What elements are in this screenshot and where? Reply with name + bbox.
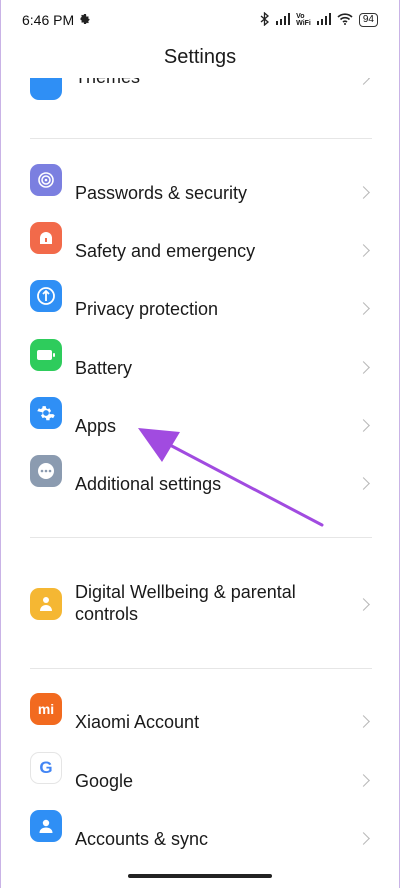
mi-logo-text: mi xyxy=(37,701,55,717)
divider xyxy=(30,537,372,538)
settings-item-label: Google xyxy=(75,771,134,791)
divider xyxy=(30,138,372,139)
chevron-right-icon xyxy=(357,477,370,490)
status-time: 6:46 PM xyxy=(22,12,75,28)
settings-item-google[interactable]: G Google xyxy=(0,752,400,810)
chevron-right-icon xyxy=(357,302,370,315)
gear-icon xyxy=(30,397,62,429)
settings-item-digital-wellbeing[interactable]: Digital Wellbeing & parental controls xyxy=(0,572,400,638)
mi-icon: mi xyxy=(30,693,62,725)
status-right: Vo WiFi 94 xyxy=(260,11,378,29)
gear-icon xyxy=(79,12,91,28)
settings-item-themes[interactable]: Themes xyxy=(0,78,400,100)
chevron-right-icon xyxy=(357,419,370,432)
settings-item-label: Xiaomi Account xyxy=(75,712,200,732)
settings-item-accounts-sync[interactable]: Accounts & sync xyxy=(0,810,400,868)
shield-icon xyxy=(30,280,62,312)
chevron-right-icon xyxy=(357,361,370,374)
settings-item-label: Additional settings xyxy=(75,474,222,494)
status-bar: 6:46 PM Vo WiFi 94 xyxy=(0,0,400,40)
fingerprint-icon xyxy=(30,164,62,196)
settings-item-label: Passwords & security xyxy=(75,183,248,203)
chevron-right-icon xyxy=(357,598,370,611)
settings-item-label: Apps xyxy=(75,416,117,436)
battery-indicator: 94 xyxy=(358,13,378,27)
bluetooth-icon xyxy=(260,11,270,29)
vowifi-bottom: WiFi xyxy=(296,20,311,27)
wellbeing-icon xyxy=(30,588,62,620)
settings-item-battery[interactable]: Battery xyxy=(0,339,400,397)
chevron-right-icon xyxy=(357,774,370,787)
chevron-right-icon xyxy=(357,244,370,257)
settings-item-privacy-protection[interactable]: Privacy protection xyxy=(0,280,400,338)
divider xyxy=(30,668,372,669)
settings-item-label: Accounts & sync xyxy=(75,829,209,849)
chevron-right-icon xyxy=(357,832,370,845)
chevron-right-icon xyxy=(357,78,370,85)
home-indicator[interactable] xyxy=(128,874,272,878)
chevron-right-icon xyxy=(357,715,370,728)
settings-item-passwords-security[interactable]: Passwords & security xyxy=(0,164,400,222)
settings-item-safety-emergency[interactable]: Safety and emergency xyxy=(0,222,400,280)
google-logo-text: G xyxy=(39,758,53,777)
chevron-right-icon xyxy=(357,186,370,199)
settings-item-label: Themes xyxy=(75,78,140,88)
settings-item-apps[interactable]: Apps xyxy=(0,397,400,455)
settings-item-label: Battery xyxy=(75,358,133,378)
status-left: 6:46 PM xyxy=(22,12,91,28)
wifi-icon xyxy=(337,12,353,28)
signal-icon xyxy=(276,12,291,28)
settings-item-label: Privacy protection xyxy=(75,299,219,319)
battery-icon xyxy=(30,339,62,371)
signal-icon-2 xyxy=(316,12,331,28)
settings-item-additional-settings[interactable]: Additional settings xyxy=(0,455,400,513)
emergency-icon xyxy=(30,222,62,254)
settings-item-label: Safety and emergency xyxy=(75,241,256,261)
page-title: Settings xyxy=(163,46,237,68)
google-icon: G xyxy=(30,752,62,784)
vowifi-indicator: Vo WiFi xyxy=(296,13,311,27)
more-icon xyxy=(30,455,62,487)
vowifi-top: Vo xyxy=(296,13,305,20)
themes-icon xyxy=(30,78,62,100)
settings-item-label: Digital Wellbeing & parental controls xyxy=(75,582,296,624)
settings-item-xiaomi-account[interactable]: mi Xiaomi Account xyxy=(0,693,400,751)
account-icon xyxy=(30,810,62,842)
